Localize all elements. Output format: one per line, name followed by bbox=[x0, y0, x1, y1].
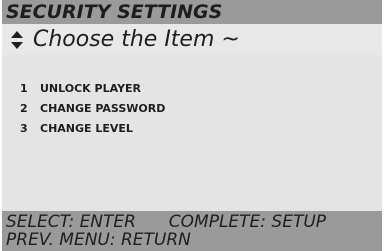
menu-item-label: CHANGE LEVEL bbox=[40, 121, 133, 135]
security-menu-list: 1 UNLOCK PLAYER 2 CHANGE PASSWORD 3 CHAN… bbox=[20, 78, 165, 138]
menu-item-change-password[interactable]: 2 CHANGE PASSWORD bbox=[20, 98, 165, 118]
menu-item-label: UNLOCK PLAYER bbox=[40, 81, 142, 95]
menu-item-unlock-player[interactable]: 1 UNLOCK PLAYER bbox=[20, 78, 165, 98]
select-hint: SELECT: ENTER bbox=[6, 212, 136, 232]
menu-item-number: 3 bbox=[20, 121, 28, 135]
choose-item-text: Choose the Item ~ bbox=[33, 27, 240, 52]
up-down-arrows-icon bbox=[11, 31, 23, 49]
screen-title: SECURITY SETTINGS bbox=[6, 1, 223, 23]
complete-hint: COMPLETE: SETUP bbox=[168, 212, 327, 232]
prev-menu-hint: PREV. MENU: RETURN bbox=[6, 230, 191, 250]
menu-panel: 1 UNLOCK PLAYER 2 CHANGE PASSWORD 3 CHAN… bbox=[2, 55, 382, 211]
menu-item-number: 2 bbox=[20, 101, 28, 115]
choose-item-prompt: Choose the Item ~ bbox=[2, 24, 382, 55]
footer-hint-line-2: PREV. MENU: RETURN bbox=[6, 231, 191, 250]
footer-bar: SELECT: ENTER COMPLETE: SETUP PREV. MENU… bbox=[2, 211, 382, 251]
menu-item-change-level[interactable]: 3 CHANGE LEVEL bbox=[20, 118, 165, 138]
menu-item-number: 1 bbox=[20, 81, 28, 95]
security-settings-screen: SECURITY SETTINGS Choose the Item ~ 1 UN… bbox=[2, 0, 382, 251]
header-bar: SECURITY SETTINGS Choose the Item ~ bbox=[2, 0, 382, 55]
menu-item-label: CHANGE PASSWORD bbox=[40, 101, 166, 115]
